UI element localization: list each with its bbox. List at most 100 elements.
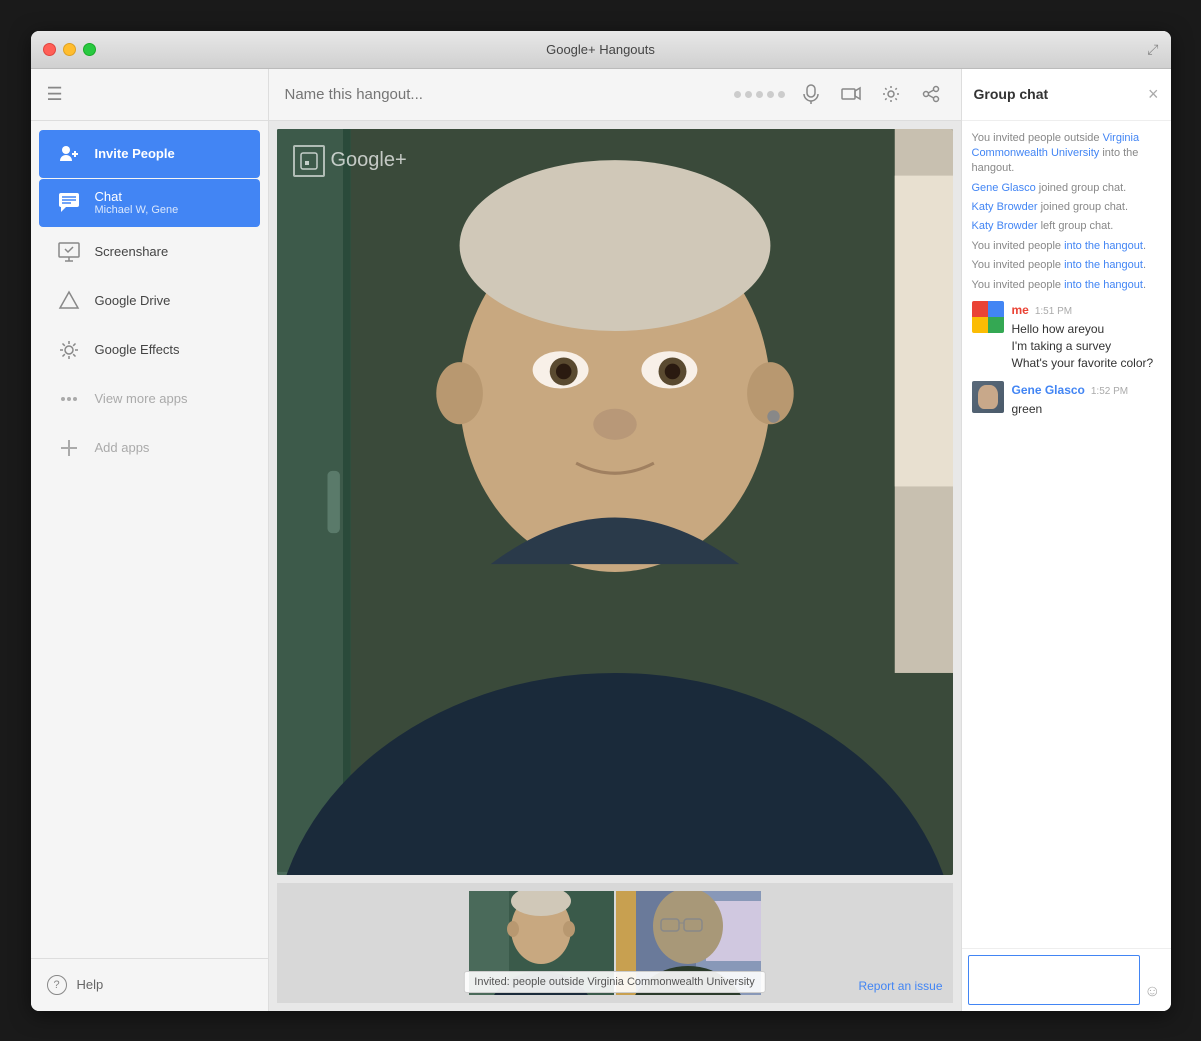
help-icon: ? <box>47 975 67 995</box>
katy-link-2[interactable]: Katy Browder <box>972 220 1038 232</box>
add-apps-label: Add apps <box>95 440 150 455</box>
google-plus-text: Google+ <box>331 149 407 172</box>
dot-1 <box>734 91 741 98</box>
close-chat-button[interactable]: × <box>1148 85 1159 103</box>
sidebar-item-effects[interactable]: Google Effects <box>39 326 260 374</box>
avatar-cell-blue <box>988 301 1004 317</box>
drive-label: Google Drive <box>95 293 171 308</box>
system-msg-3: Katy Browder joined group chat. <box>972 200 1161 215</box>
chat-messages: You invited people outside Virginia Comm… <box>962 121 1171 948</box>
sidebar-item-chat[interactable]: Chat Michael W, Gene <box>39 179 260 227</box>
system-msg-4: Katy Browder left group chat. <box>972 219 1161 234</box>
vcu-link[interactable]: Virginia Commonwealth University <box>972 132 1140 159</box>
sidebar-item-help[interactable]: ? Help <box>47 975 252 995</box>
hangout-name-input[interactable] <box>285 86 722 103</box>
invite-label: Invite People <box>95 146 175 161</box>
minimize-button[interactable] <box>63 43 76 56</box>
sidebar-item-drive[interactable]: Google Drive <box>39 277 260 325</box>
report-issue-link[interactable]: Report an issue <box>858 979 942 993</box>
sidebar: ☰ Invite People <box>31 69 269 1011</box>
screenshare-icon <box>55 238 83 266</box>
expand-icon[interactable]: ⤢ <box>1147 41 1158 58</box>
gene-link-1[interactable]: Gene Glasco <box>972 182 1036 194</box>
chat-panel: Group chat × You invited people outside … <box>961 69 1171 1011</box>
chat-msg-header-me: me 1:51 PM <box>1012 301 1161 319</box>
dot-3 <box>756 91 763 98</box>
sidebar-item-add-apps[interactable]: Add apps <box>39 424 260 472</box>
effects-label: Google Effects <box>95 342 180 357</box>
sidebar-item-more-apps[interactable]: View more apps <box>39 375 260 423</box>
microphone-icon[interactable] <box>797 80 825 108</box>
avatar-cell-red <box>972 301 988 317</box>
effects-icon <box>55 336 83 364</box>
into-link-3[interactable]: into the hangout <box>1064 279 1143 291</box>
chat-title: Group chat <box>974 86 1148 102</box>
settings-icon[interactable] <box>877 80 905 108</box>
chat-input[interactable] <box>968 955 1141 1005</box>
chat-header: Group chat × <box>962 69 1171 121</box>
invited-badge: Invited: people outside Virginia Commonw… <box>463 971 765 993</box>
chat-time-me: 1:51 PM <box>1035 304 1072 319</box>
avatar-gene-face <box>978 385 998 409</box>
dot-2 <box>745 91 752 98</box>
chat-sender-me: me <box>1012 301 1029 319</box>
chat-msg-body-gene: Gene Glasco 1:52 PM green <box>1012 381 1161 418</box>
emoji-button[interactable]: ☺ <box>1140 979 1164 1005</box>
connection-dots <box>734 91 785 98</box>
traffic-lights <box>43 43 96 56</box>
share-icon[interactable] <box>917 80 945 108</box>
more-apps-icon <box>55 385 83 413</box>
google-plus-badge: Google+ <box>293 145 407 177</box>
system-msg-6: You invited people into the hangout. <box>972 258 1161 273</box>
system-msg-7: You invited people into the hangout. <box>972 278 1161 293</box>
into-link-2[interactable]: into the hangout <box>1064 259 1143 271</box>
window-title: Google+ Hangouts <box>546 42 655 57</box>
katy-link-1[interactable]: Katy Browder <box>972 201 1038 213</box>
chat-label: Chat <box>95 189 179 204</box>
invite-icon <box>55 140 83 168</box>
chat-message-me: me 1:51 PM Hello how areyou I'm taking a… <box>972 301 1161 371</box>
camera-icon[interactable] <box>837 80 865 108</box>
add-apps-icon <box>55 434 83 462</box>
sidebar-item-screenshare[interactable]: Screenshare <box>39 228 260 276</box>
chat-msg-body-me: me 1:51 PM Hello how areyou I'm taking a… <box>1012 301 1161 371</box>
system-msg-2: Gene Glasco joined group chat. <box>972 181 1161 196</box>
avatar-cell-green <box>988 317 1004 333</box>
sidebar-header: ☰ <box>31 69 268 121</box>
into-link-1[interactable]: into the hangout <box>1064 240 1143 252</box>
app-window: Google+ Hangouts ⤢ ☰ <box>31 31 1171 1011</box>
dot-4 <box>767 91 774 98</box>
app-body: ☰ Invite People <box>31 69 1171 1011</box>
main-video: Google+ <box>277 129 953 875</box>
close-button[interactable] <box>43 43 56 56</box>
main-content: Google+ <box>269 69 961 1011</box>
chat-icon <box>55 189 83 217</box>
help-label: Help <box>77 977 104 992</box>
avatar-me <box>972 301 1004 333</box>
chat-input-area: ☺ <box>962 948 1171 1011</box>
thumbnail-strip: Invited: people outside Virginia Commonw… <box>277 883 953 1003</box>
chat-msg-header-gene: Gene Glasco 1:52 PM <box>1012 381 1161 399</box>
screenshare-label: Screenshare <box>95 244 169 259</box>
maximize-button[interactable] <box>83 43 96 56</box>
chat-text-me-2: I'm taking a survey <box>1012 338 1161 355</box>
sidebar-footer: ? Help <box>31 958 268 1011</box>
header-controls <box>734 80 945 108</box>
system-msg-5: You invited people into the hangout. <box>972 239 1161 254</box>
sidebar-item-invite[interactable]: Invite People <box>39 130 260 178</box>
chat-sender-gene: Gene Glasco <box>1012 381 1085 399</box>
system-msg-1: You invited people outside Virginia Comm… <box>972 131 1161 177</box>
gplus-icon <box>293 145 325 177</box>
titlebar: Google+ Hangouts ⤢ <box>31 31 1171 69</box>
sidebar-nav: Invite People C <box>31 121 268 958</box>
dot-5 <box>778 91 785 98</box>
more-apps-label: View more apps <box>95 391 188 406</box>
video-placeholder: Google+ <box>277 129 953 875</box>
chat-text-me-3: What's your favorite color? <box>1012 355 1161 372</box>
avatar-gene <box>972 381 1004 413</box>
chat-text-me-1: Hello how areyou <box>1012 321 1161 338</box>
chat-message-gene: Gene Glasco 1:52 PM green <box>972 381 1161 418</box>
chat-sublabel: Michael W, Gene <box>95 204 179 216</box>
hamburger-icon[interactable]: ☰ <box>47 84 63 105</box>
video-area: Google+ <box>269 121 961 1011</box>
